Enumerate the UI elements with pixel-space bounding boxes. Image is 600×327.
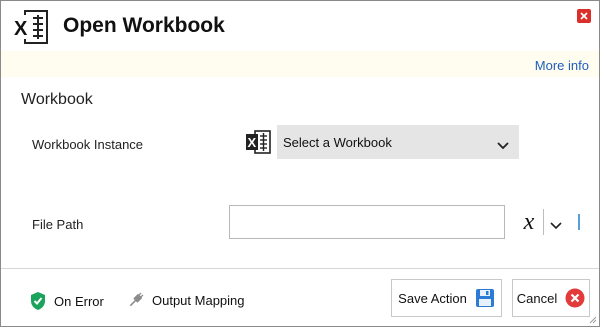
file-path-label: File Path xyxy=(32,217,84,232)
plug-icon xyxy=(129,292,144,307)
more-info-link[interactable]: More info xyxy=(535,58,589,73)
workbook-instance-label: Workbook Instance xyxy=(32,137,144,152)
svg-text:X: X xyxy=(14,18,28,40)
workbook-select-value: Select a Workbook xyxy=(283,135,392,150)
chevron-down-icon[interactable] xyxy=(550,217,562,235)
shield-check-icon xyxy=(31,292,45,310)
close-icon xyxy=(580,12,588,20)
output-mapping-button[interactable]: Output Mapping xyxy=(127,291,245,309)
on-error-label: On Error xyxy=(54,293,104,309)
divider xyxy=(543,209,544,235)
dialog-header: X Open Workbook xyxy=(1,1,599,51)
cancel-circle-icon xyxy=(565,288,585,308)
close-button[interactable] xyxy=(577,9,591,23)
resize-grip-icon[interactable] xyxy=(588,315,597,324)
floppy-disk-icon xyxy=(475,289,494,307)
output-mapping-label: Output Mapping xyxy=(152,292,245,308)
on-error-button[interactable]: On Error xyxy=(29,291,104,311)
cancel-button[interactable]: Cancel xyxy=(512,279,590,317)
focus-indicator xyxy=(578,214,580,230)
dialog-title: Open Workbook xyxy=(63,14,225,37)
open-workbook-dialog: X Open Workbook More info Workbook Workb… xyxy=(0,0,600,327)
chevron-down-icon xyxy=(497,137,509,155)
file-path-input[interactable] xyxy=(229,205,505,239)
excel-icon: X xyxy=(11,9,51,45)
info-strip: More info xyxy=(1,51,599,77)
workbook-select[interactable]: Select a Workbook xyxy=(277,125,519,159)
footer-divider xyxy=(1,268,599,269)
svg-text:X: X xyxy=(248,135,257,150)
excel-icon: X xyxy=(246,129,272,155)
save-action-button[interactable]: Save Action xyxy=(391,279,502,317)
cancel-label: Cancel xyxy=(516,290,558,306)
save-action-label: Save Action xyxy=(398,290,467,306)
section-title-workbook: Workbook xyxy=(21,91,93,108)
variable-x-icon[interactable]: x xyxy=(517,207,541,237)
